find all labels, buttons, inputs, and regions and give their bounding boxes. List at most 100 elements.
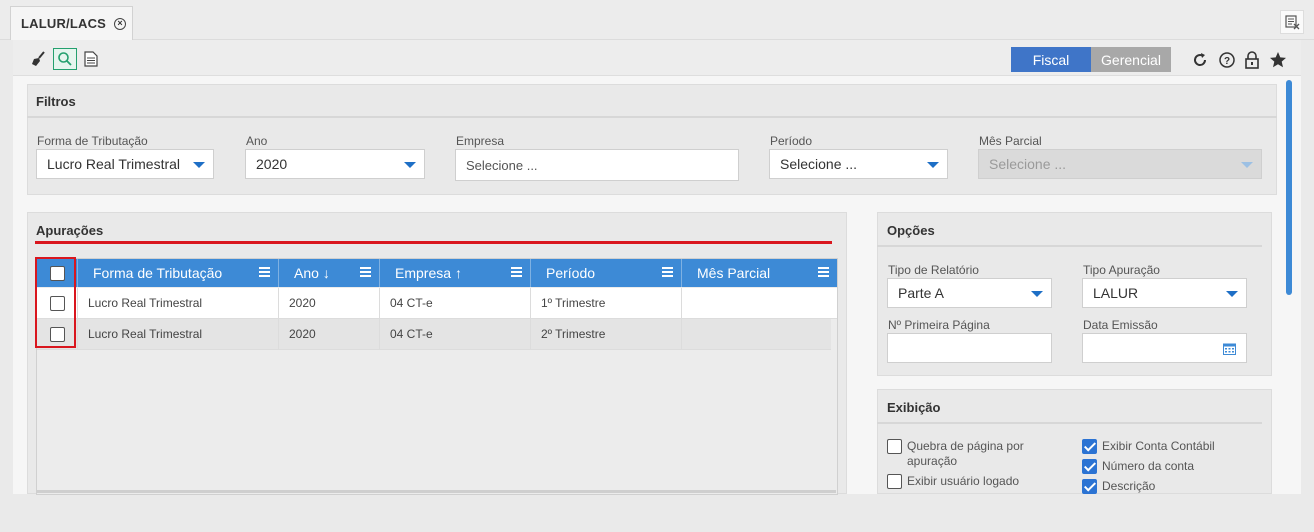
tipo-apuracao-value: LALUR (1093, 285, 1139, 301)
empresa-label: Empresa (456, 134, 505, 148)
fiscal-button[interactable]: Fiscal (1011, 47, 1091, 72)
primeira-pagina-label: Nº Primeira Página (888, 318, 990, 332)
chevron-down-icon (1241, 162, 1253, 168)
svg-text:?: ? (1224, 56, 1230, 67)
chevron-down-icon (1031, 291, 1043, 297)
tipo-relatorio-value: Parte A (898, 285, 944, 301)
tab-label: LALUR/LACS (21, 16, 107, 31)
col-empresa-label: Empresa (395, 265, 452, 281)
exibicao-title: Exibição (887, 400, 941, 415)
tipo-relatorio-select[interactable]: Parte A (887, 278, 1052, 308)
ano-label: Ano (246, 134, 268, 148)
broom-icon[interactable] (27, 48, 51, 70)
apuracoes-grid: Forma de Tributação Ano ↓ Empresa ↑ Perí… (36, 258, 838, 495)
numero-conta-option[interactable]: Número da conta (1082, 459, 1194, 474)
col-periodo[interactable]: Período (531, 259, 682, 287)
cell-empresa: 04 CT-e (380, 288, 531, 318)
tipo-apuracao-select[interactable]: LALUR (1082, 278, 1247, 308)
data-emissao-label: Data Emissão (1083, 318, 1158, 332)
ano-select[interactable]: 2020 (245, 149, 425, 179)
opcoes-divider (877, 245, 1262, 247)
col-forma-tributacao[interactable]: Forma de Tributação (78, 259, 279, 287)
column-menu-icon[interactable] (511, 267, 522, 277)
usuario-logado-label: Exibir usuário logado (907, 474, 1020, 488)
descricao-checkbox[interactable] (1082, 479, 1097, 494)
toolbar: Fiscal Gerencial ? (13, 40, 1301, 76)
ano-value: 2020 (256, 156, 288, 172)
exibir-conta-label: Exibir Conta Contábil (1102, 439, 1215, 453)
cell-mes-parcial (682, 288, 837, 318)
quebra-pagina-checkbox[interactable] (887, 439, 902, 454)
mes-parcial-select: Selecione ... (978, 149, 1262, 179)
refresh-icon[interactable] (1190, 50, 1210, 70)
exibir-conta-checkbox[interactable] (1082, 439, 1097, 454)
numero-conta-label: Número da conta (1102, 459, 1195, 473)
chevron-down-icon (927, 162, 939, 168)
numero-conta-checkbox[interactable] (1082, 459, 1097, 474)
periodo-select[interactable]: Selecione ... (769, 149, 948, 179)
column-menu-icon[interactable] (818, 267, 829, 277)
forma-tributacao-label: Forma de Tributação (37, 134, 148, 148)
tab-lalur-lacs[interactable]: LALUR/LACS × (10, 6, 133, 40)
gerencial-button[interactable]: Gerencial (1091, 47, 1171, 72)
filters-divider (27, 116, 1277, 118)
highlight-checkbox-column (35, 257, 76, 348)
help-icon[interactable]: ? (1217, 50, 1237, 70)
col-mes-label: Mês Parcial (697, 265, 771, 281)
filters-title: Filtros (36, 94, 76, 109)
periodo-value: Selecione ... (780, 156, 858, 172)
column-menu-icon[interactable] (259, 267, 270, 277)
usuario-logado-checkbox[interactable] (887, 474, 902, 489)
cell-ano: 2020 (279, 319, 380, 349)
exibicao-divider (877, 422, 1262, 424)
col-mes-parcial[interactable]: Mês Parcial (682, 259, 837, 287)
column-menu-icon[interactable] (360, 267, 371, 277)
vertical-scrollbar[interactable] (1286, 80, 1292, 295)
cell-periodo: 2º Trimestre (531, 319, 682, 349)
quebra-pagina-label: Quebra de página por apuração (907, 439, 1024, 468)
col-empresa[interactable]: Empresa ↑ (380, 259, 531, 287)
close-circle-icon[interactable]: × (114, 17, 127, 30)
data-emissao-input[interactable] (1082, 333, 1247, 363)
search-icon[interactable] (53, 48, 77, 70)
cell-forma: Lucro Real Trimestral (78, 319, 279, 349)
exibir-conta-option[interactable]: Exibir Conta Contábil (1082, 439, 1215, 454)
forma-tributacao-select[interactable]: Lucro Real Trimestral (36, 149, 214, 179)
tab-bar: LALUR/LACS × (0, 0, 1314, 40)
col-forma-label: Forma de Tributação (93, 265, 223, 281)
col-ano-label: Ano (294, 265, 319, 281)
horizontal-scrollbar[interactable] (36, 490, 836, 493)
empresa-input[interactable]: Selecione ... (455, 149, 739, 181)
mes-parcial-value: Selecione ... (989, 156, 1067, 172)
descricao-option[interactable]: Descrição (1082, 479, 1155, 494)
chevron-down-icon (1226, 291, 1238, 297)
tipo-apuracao-label: Tipo Apuração (1083, 263, 1160, 277)
quebra-pagina-option[interactable]: Quebra de página por apuração (887, 439, 1067, 469)
cell-ano: 2020 (279, 288, 380, 318)
periodo-label: Período (770, 134, 813, 148)
document-icon[interactable] (79, 48, 103, 70)
cell-empresa: 04 CT-e (380, 319, 531, 349)
table-row[interactable]: Lucro Real Trimestral 2020 04 CT-e 1º Tr… (37, 288, 837, 319)
col-ano[interactable]: Ano ↓ (279, 259, 380, 287)
usuario-logado-option[interactable]: Exibir usuário logado (887, 474, 1067, 489)
cell-periodo: 1º Trimestre (531, 288, 682, 318)
chevron-down-icon (193, 162, 205, 168)
report-export-icon[interactable] (1280, 10, 1304, 34)
cell-mes-parcial (682, 319, 831, 349)
table-row[interactable]: Lucro Real Trimestral 2020 04 CT-e 2º Tr… (37, 319, 831, 350)
calendar-icon[interactable] (1223, 342, 1236, 358)
view-toggle: Fiscal Gerencial (1011, 47, 1171, 72)
cell-forma: Lucro Real Trimestral (78, 288, 279, 318)
highlight-underline (35, 241, 832, 244)
empresa-placeholder: Selecione ... (466, 157, 538, 173)
star-icon[interactable] (1268, 50, 1288, 70)
opcoes-title: Opções (887, 223, 935, 238)
lock-icon[interactable] (1242, 50, 1262, 70)
column-menu-icon[interactable] (662, 267, 673, 277)
primeira-pagina-input[interactable] (887, 333, 1052, 363)
descricao-label: Descrição (1102, 479, 1156, 493)
forma-tributacao-value: Lucro Real Trimestral (47, 156, 181, 172)
grid-header: Forma de Tributação Ano ↓ Empresa ↑ Perí… (37, 259, 837, 287)
chevron-down-icon (404, 162, 416, 168)
